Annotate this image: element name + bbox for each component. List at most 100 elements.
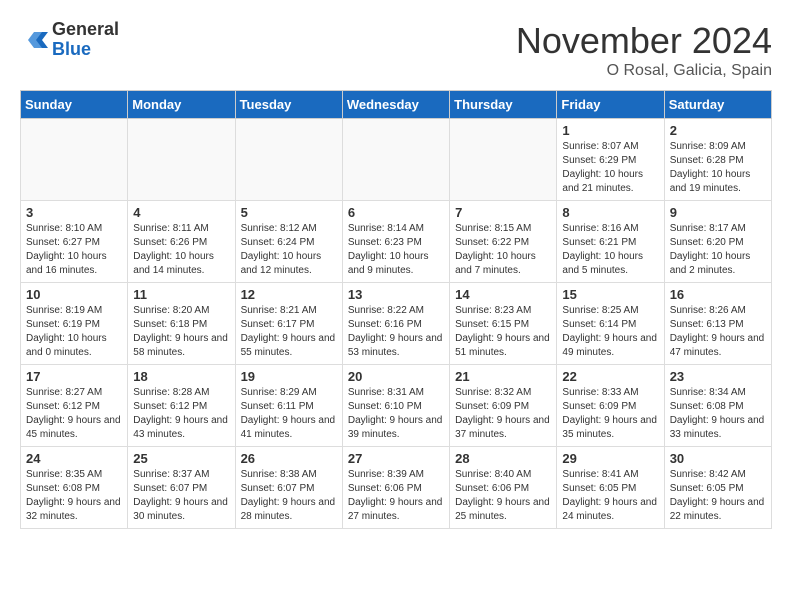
- day-number: 27: [348, 451, 444, 466]
- calendar-cell: 14 Sunrise: 8:23 AMSunset: 6:15 PMDayligh…: [450, 283, 557, 365]
- calendar-cell: 21Sunrise: 8:32 AMSunset: 6:09 PMDayligh…: [450, 365, 557, 447]
- day-info: Sunrise: 8:14 AMSunset: 6:23 PMDaylight:…: [348, 222, 444, 278]
- day-number: 20: [348, 369, 444, 384]
- day-info: Sunrise: 8:25 AMSunset: 6:14 PMDaylight:…: [562, 304, 658, 360]
- day-number: 14: [455, 287, 551, 302]
- day-number: 4: [133, 205, 229, 220]
- day-info: Sunrise: 8:42 AMSunset: 6:05 PMDaylight:…: [670, 468, 766, 524]
- day-number: 19: [241, 369, 337, 384]
- calendar-cell: 30 Sunrise: 8:42 AMSunset: 6:05 PMDayligh…: [664, 447, 771, 529]
- logo-general: General: [52, 20, 119, 40]
- calendar-cell: 24Sunrise: 8:35 AMSunset: 6:08 PMDayligh…: [21, 447, 128, 529]
- day-number: 8: [562, 205, 658, 220]
- day-info: Sunrise: 8:28 AMSunset: 6:12 PMDaylight:…: [133, 386, 229, 442]
- day-number: 1: [562, 123, 658, 138]
- day-info: Sunrise: 8:23 AMSunset: 6:15 PMDaylight:…: [455, 304, 551, 360]
- calendar-cell: [342, 119, 449, 201]
- calendar-cell: 18 Sunrise: 8:28 AMSunset: 6:12 PMDayligh…: [128, 365, 235, 447]
- day-info: Sunrise: 8:17 AMSunset: 6:20 PMDaylight:…: [670, 222, 766, 278]
- calendar-cell: 8 Sunrise: 8:16 AMSunset: 6:21 PMDaylight…: [557, 201, 664, 283]
- day-number: 17: [26, 369, 122, 384]
- day-info: Sunrise: 8:11 AMSunset: 6:26 PMDaylight:…: [133, 222, 229, 278]
- calendar-week-row: 1 Sunrise: 8:07 AMSunset: 6:29 PMDaylight…: [21, 119, 772, 201]
- day-number: 5: [241, 205, 337, 220]
- calendar-cell: 19 Sunrise: 8:29 AMSunset: 6:11 PMDayligh…: [235, 365, 342, 447]
- calendar-cell: 15 Sunrise: 8:25 AMSunset: 6:14 PMDayligh…: [557, 283, 664, 365]
- logo: General Blue: [20, 20, 119, 60]
- day-info: Sunrise: 8:29 AMSunset: 6:11 PMDaylight:…: [241, 386, 337, 442]
- day-info: Sunrise: 8:10 AMSunset: 6:27 PMDaylight:…: [26, 222, 122, 278]
- page-header: General Blue November 2024 O Rosal, Gali…: [20, 20, 772, 80]
- calendar-cell: 1 Sunrise: 8:07 AMSunset: 6:29 PMDaylight…: [557, 119, 664, 201]
- day-info: Sunrise: 8:27 AMSunset: 6:12 PMDaylight:…: [26, 386, 122, 442]
- day-number: 16: [670, 287, 766, 302]
- day-info: Sunrise: 8:34 AMSunset: 6:08 PMDaylight:…: [670, 386, 766, 442]
- calendar-cell: 6 Sunrise: 8:14 AMSunset: 6:23 PMDaylight…: [342, 201, 449, 283]
- day-number: 9: [670, 205, 766, 220]
- day-info: Sunrise: 8:12 AMSunset: 6:24 PMDaylight:…: [241, 222, 337, 278]
- logo-icon: [20, 26, 48, 54]
- calendar-cell: 7 Sunrise: 8:15 AMSunset: 6:22 PMDaylight…: [450, 201, 557, 283]
- day-info: Sunrise: 8:37 AMSunset: 6:07 PMDaylight:…: [133, 468, 229, 524]
- calendar-cell: 11 Sunrise: 8:20 AMSunset: 6:18 PMDayligh…: [128, 283, 235, 365]
- weekday-header: Friday: [557, 91, 664, 119]
- day-number: 15: [562, 287, 658, 302]
- day-number: 2: [670, 123, 766, 138]
- calendar-cell: 25 Sunrise: 8:37 AMSunset: 6:07 PMDayligh…: [128, 447, 235, 529]
- calendar-table: SundayMondayTuesdayWednesdayThursdayFrid…: [20, 90, 772, 529]
- day-number: 24: [26, 451, 122, 466]
- day-number: 29: [562, 451, 658, 466]
- day-number: 26: [241, 451, 337, 466]
- day-number: 18: [133, 369, 229, 384]
- calendar-cell: 28Sunrise: 8:40 AMSunset: 6:06 PMDayligh…: [450, 447, 557, 529]
- weekday-header: Saturday: [664, 91, 771, 119]
- calendar-cell: 29 Sunrise: 8:41 AMSunset: 6:05 PMDayligh…: [557, 447, 664, 529]
- day-number: 11: [133, 287, 229, 302]
- calendar-cell: 3 Sunrise: 8:10 AMSunset: 6:27 PMDaylight…: [21, 201, 128, 283]
- calendar-cell: 4 Sunrise: 8:11 AMSunset: 6:26 PMDaylight…: [128, 201, 235, 283]
- day-info: Sunrise: 8:38 AMSunset: 6:07 PMDaylight:…: [241, 468, 337, 524]
- day-number: 10: [26, 287, 122, 302]
- day-number: 12: [241, 287, 337, 302]
- calendar-cell: 13Sunrise: 8:22 AMSunset: 6:16 PMDayligh…: [342, 283, 449, 365]
- weekday-header: Thursday: [450, 91, 557, 119]
- day-info: Sunrise: 8:21 AMSunset: 6:17 PMDaylight:…: [241, 304, 337, 360]
- day-number: 6: [348, 205, 444, 220]
- calendar-cell: 23 Sunrise: 8:34 AMSunset: 6:08 PMDayligh…: [664, 365, 771, 447]
- calendar-cell: 2Sunrise: 8:09 AMSunset: 6:28 PMDaylight…: [664, 119, 771, 201]
- day-info: Sunrise: 8:07 AMSunset: 6:29 PMDaylight:…: [562, 140, 658, 196]
- day-info: Sunrise: 8:41 AMSunset: 6:05 PMDaylight:…: [562, 468, 658, 524]
- calendar-cell: [21, 119, 128, 201]
- weekday-header-row: SundayMondayTuesdayWednesdayThursdayFrid…: [21, 91, 772, 119]
- title-section: November 2024 O Rosal, Galicia, Spain: [516, 20, 772, 80]
- calendar-cell: 26 Sunrise: 8:38 AMSunset: 6:07 PMDayligh…: [235, 447, 342, 529]
- day-number: 28: [455, 451, 551, 466]
- day-number: 3: [26, 205, 122, 220]
- day-info: Sunrise: 8:22 AMSunset: 6:16 PMDaylight:…: [348, 304, 444, 360]
- logo-blue: Blue: [52, 40, 119, 60]
- calendar-cell: 20Sunrise: 8:31 AMSunset: 6:10 PMDayligh…: [342, 365, 449, 447]
- day-number: 22: [562, 369, 658, 384]
- location: O Rosal, Galicia, Spain: [516, 62, 772, 80]
- day-number: 30: [670, 451, 766, 466]
- day-info: Sunrise: 8:16 AMSunset: 6:21 PMDaylight:…: [562, 222, 658, 278]
- calendar-cell: 12 Sunrise: 8:21 AMSunset: 6:17 PMDayligh…: [235, 283, 342, 365]
- weekday-header: Monday: [128, 91, 235, 119]
- day-info: Sunrise: 8:33 AMSunset: 6:09 PMDaylight:…: [562, 386, 658, 442]
- calendar-week-row: 17 Sunrise: 8:27 AMSunset: 6:12 PMDayligh…: [21, 365, 772, 447]
- day-info: Sunrise: 8:20 AMSunset: 6:18 PMDaylight:…: [133, 304, 229, 360]
- day-number: 23: [670, 369, 766, 384]
- weekday-header: Wednesday: [342, 91, 449, 119]
- calendar-cell: 16 Sunrise: 8:26 AMSunset: 6:13 PMDayligh…: [664, 283, 771, 365]
- calendar-cell: 17 Sunrise: 8:27 AMSunset: 6:12 PMDayligh…: [21, 365, 128, 447]
- calendar-week-row: 3 Sunrise: 8:10 AMSunset: 6:27 PMDaylight…: [21, 201, 772, 283]
- day-number: 7: [455, 205, 551, 220]
- calendar-cell: 27Sunrise: 8:39 AMSunset: 6:06 PMDayligh…: [342, 447, 449, 529]
- day-number: 25: [133, 451, 229, 466]
- day-info: Sunrise: 8:15 AMSunset: 6:22 PMDaylight:…: [455, 222, 551, 278]
- calendar-week-row: 10Sunrise: 8:19 AMSunset: 6:19 PMDayligh…: [21, 283, 772, 365]
- calendar-cell: 10Sunrise: 8:19 AMSunset: 6:19 PMDayligh…: [21, 283, 128, 365]
- weekday-header: Sunday: [21, 91, 128, 119]
- day-info: Sunrise: 8:32 AMSunset: 6:09 PMDaylight:…: [455, 386, 551, 442]
- day-info: Sunrise: 8:26 AMSunset: 6:13 PMDaylight:…: [670, 304, 766, 360]
